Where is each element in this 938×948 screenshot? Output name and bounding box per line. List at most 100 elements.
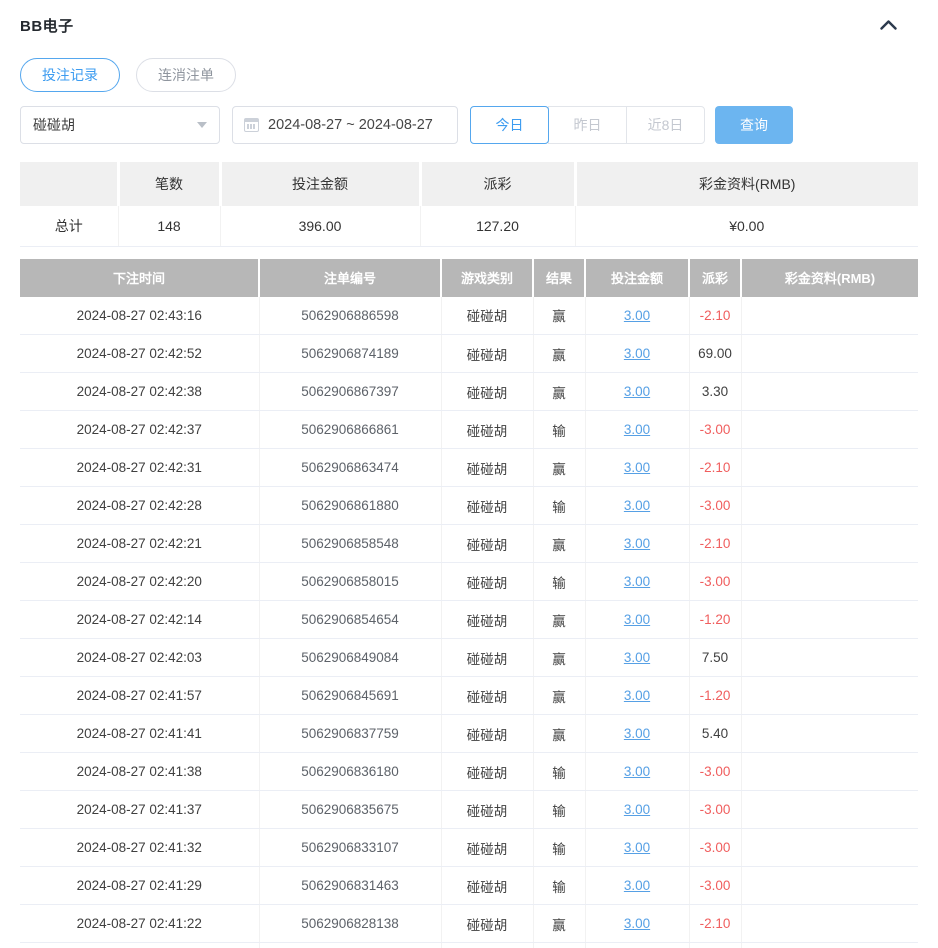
cell-bet-amount: 3.00 xyxy=(585,905,689,943)
records-tbody: 2024-08-27 02:43:16 5062906886598 碰碰胡 赢 … xyxy=(20,297,918,948)
bet-amount-link[interactable]: 3.00 xyxy=(624,612,650,627)
cell-payout: -2.10 xyxy=(689,449,741,487)
cell-payout: -2.10 xyxy=(689,297,741,335)
cell-result: 输 xyxy=(533,867,585,905)
cell-payout: -3.00 xyxy=(689,411,741,449)
cell-order-no: 5062906837759 xyxy=(259,715,441,753)
table-row: 2024-08-27 02:42:31 5062906863474 碰碰胡 赢 … xyxy=(20,449,918,487)
records-table: 下注时间 注单编号 游戏类别 结果 投注金额 派彩 彩金资料(RMB) 2024… xyxy=(20,259,918,948)
caret-down-icon xyxy=(197,122,207,128)
cell-bet-amount: 3.00 xyxy=(585,639,689,677)
table-row: 2024-08-27 02:42:14 5062906854654 碰碰胡 赢 … xyxy=(20,601,918,639)
collapse-panel-button[interactable] xyxy=(876,13,900,37)
cell-bet-amount: 3.00 xyxy=(585,753,689,791)
cell-game-type: 碰碰胡 xyxy=(441,601,533,639)
cell-bet-time: 2024-08-27 02:41:57 xyxy=(20,677,259,715)
bet-amount-link[interactable]: 3.00 xyxy=(624,460,650,475)
bet-amount-link[interactable]: 3.00 xyxy=(624,878,650,893)
table-row: 2024-08-27 02:41:32 5062906833107 碰碰胡 输 … xyxy=(20,829,918,867)
summary-total-row: 总计 148 396.00 127.20 ¥0.00 xyxy=(20,206,918,246)
cell-payout: -2.10 xyxy=(689,905,741,943)
records-header-bet-amount: 投注金额 xyxy=(585,259,689,297)
bet-amount-link[interactable]: 3.00 xyxy=(624,840,650,855)
cell-bet-time: 2024-08-27 02:41:22 xyxy=(20,905,259,943)
cell-game-type: 碰碰胡 xyxy=(441,449,533,487)
cell-bet-amount: 3.00 xyxy=(585,563,689,601)
cell-game-type: 碰碰胡 xyxy=(441,373,533,411)
cell-bet-time: 2024-08-27 02:42:20 xyxy=(20,563,259,601)
cell-bonus xyxy=(741,525,918,563)
bet-amount-link[interactable]: 3.00 xyxy=(624,764,650,779)
quick-date-yesterday-button[interactable]: 昨日 xyxy=(548,106,627,144)
table-row: 2024-08-27 02:41:29 5062906831463 碰碰胡 输 … xyxy=(20,867,918,905)
cell-result: 输 xyxy=(533,487,585,525)
cell-bet-amount: 3.00 xyxy=(585,335,689,373)
cell-order-no: 5062906836180 xyxy=(259,753,441,791)
page-header: BB电子 xyxy=(20,0,918,37)
cell-bet-time: 2024-08-27 02:41:29 xyxy=(20,867,259,905)
table-row: 2024-08-27 02:42:28 5062906861880 碰碰胡 输 … xyxy=(20,487,918,525)
records-header-game-type: 游戏类别 xyxy=(441,259,533,297)
cell-result: 输 xyxy=(533,791,585,829)
cell-bonus xyxy=(741,639,918,677)
cell-bonus xyxy=(741,753,918,791)
empty-cell xyxy=(259,943,441,948)
game-type-select[interactable]: 碰碰胡 xyxy=(20,106,220,144)
bet-amount-link[interactable]: 3.00 xyxy=(624,688,650,703)
tab-cancelled-orders[interactable]: 连消注单 xyxy=(136,58,236,92)
bet-amount-link[interactable]: 3.00 xyxy=(624,726,650,741)
summary-table: 笔数 投注金额 派彩 彩金资料(RMB) 总计 148 396.00 127.2… xyxy=(20,162,918,247)
summary-header-bonus: 彩金资料(RMB) xyxy=(575,162,918,206)
date-range-picker[interactable]: 2024-08-27 ~ 2024-08-27 xyxy=(232,106,458,144)
search-button[interactable]: 查询 xyxy=(715,106,793,144)
table-row: 2024-08-27 02:42:52 5062906874189 碰碰胡 赢 … xyxy=(20,335,918,373)
bet-amount-link[interactable]: 3.00 xyxy=(624,384,650,399)
table-row: 2024-08-27 02:42:38 5062906867397 碰碰胡 赢 … xyxy=(20,373,918,411)
cell-bet-amount: 3.00 xyxy=(585,297,689,335)
cell-order-no: 5062906849084 xyxy=(259,639,441,677)
bet-amount-link[interactable]: 3.00 xyxy=(624,346,650,361)
cell-game-type: 碰碰胡 xyxy=(441,791,533,829)
cell-bet-time: 2024-08-27 02:43:16 xyxy=(20,297,259,335)
cell-result: 赢 xyxy=(533,639,585,677)
cell-bet-time: 2024-08-27 02:42:03 xyxy=(20,639,259,677)
cell-bonus xyxy=(741,905,918,943)
cell-bet-amount: 3.00 xyxy=(585,449,689,487)
quick-date-today-button[interactable]: 今日 xyxy=(470,106,549,144)
bet-amount-link[interactable]: 3.00 xyxy=(624,308,650,323)
bet-amount-link[interactable]: 3.00 xyxy=(624,422,650,437)
bet-amount-link[interactable]: 3.00 xyxy=(624,536,650,551)
bet-amount-link[interactable]: 3.00 xyxy=(624,916,650,931)
cell-bonus xyxy=(741,715,918,753)
cell-bet-amount: 3.00 xyxy=(585,411,689,449)
cell-result: 赢 xyxy=(533,335,585,373)
cell-order-no: 5062906833107 xyxy=(259,829,441,867)
cell-bet-time: 2024-08-27 02:42:37 xyxy=(20,411,259,449)
cell-game-type: 碰碰胡 xyxy=(441,563,533,601)
table-row: 2024-08-27 02:42:37 5062906866861 碰碰胡 输 … xyxy=(20,411,918,449)
summary-header-bet-amount: 投注金额 xyxy=(220,162,420,206)
bet-amount-link[interactable]: 3.00 xyxy=(624,802,650,817)
bet-amount-link[interactable]: 3.00 xyxy=(624,498,650,513)
cell-order-no: 5062906845691 xyxy=(259,677,441,715)
cell-bet-amount: 3.00 xyxy=(585,829,689,867)
tab-bet-records[interactable]: 投注记录 xyxy=(20,58,120,92)
cell-result: 赢 xyxy=(533,715,585,753)
cell-order-no: 5062906831463 xyxy=(259,867,441,905)
cell-order-no: 5062906828138 xyxy=(259,905,441,943)
cell-bet-time: 2024-08-27 02:42:52 xyxy=(20,335,259,373)
summary-header-payout: 派彩 xyxy=(420,162,575,206)
game-type-select-value: 碰碰胡 xyxy=(33,115,75,135)
quick-date-last8days-button[interactable]: 近8日 xyxy=(626,106,705,144)
cell-payout: -3.00 xyxy=(689,487,741,525)
summary-total-count: 148 xyxy=(118,206,220,246)
bet-amount-link[interactable]: 3.00 xyxy=(624,650,650,665)
bet-amount-link[interactable]: 3.00 xyxy=(624,574,650,589)
summary-header-count: 笔数 xyxy=(118,162,220,206)
empty-cell xyxy=(20,943,259,948)
cell-game-type: 碰碰胡 xyxy=(441,411,533,449)
table-row: 2024-08-27 02:42:03 5062906849084 碰碰胡 赢 … xyxy=(20,639,918,677)
cell-bet-amount: 3.00 xyxy=(585,487,689,525)
cell-payout: -2.10 xyxy=(689,525,741,563)
cell-result: 输 xyxy=(533,829,585,867)
